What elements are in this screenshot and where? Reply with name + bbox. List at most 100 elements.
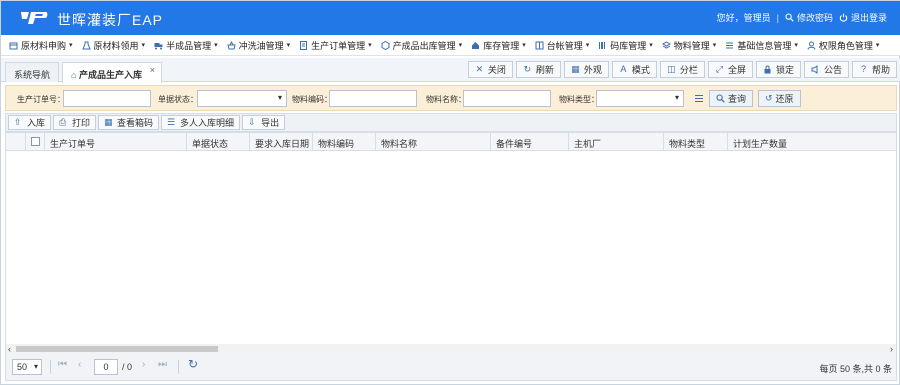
material-code-input[interactable]	[329, 90, 417, 107]
chevron-down-icon: ▾	[649, 42, 653, 49]
action-label: 导出	[261, 118, 280, 128]
menu-item-inventory[interactable]: 库存管理 ▾	[471, 39, 526, 52]
logout-link[interactable]: 退出登录	[839, 11, 887, 24]
column-header[interactable]: 单据状态	[187, 133, 250, 151]
menu-item-ledger[interactable]: 台帐管理 ▾	[535, 39, 589, 52]
font-icon: A	[620, 64, 627, 74]
help-icon: ?	[860, 64, 866, 74]
current-page-input[interactable]: 0	[94, 359, 118, 375]
action-label: 打印	[72, 118, 91, 128]
column-header[interactable]: 物料名称	[376, 133, 491, 151]
filter-menu-icon[interactable]	[694, 94, 704, 103]
tab-strip: 系统导航 ⌂ 产成品生产入库 × ✕ 关闭 ↻ 刷新 ▦ 外观 A 模式 ◫ 分栏 ⤢ 全屏…	[1, 58, 900, 83]
menu-item-finished-outbound[interactable]: 产成品出库管理 ▾	[381, 39, 462, 52]
status-select[interactable]	[197, 90, 287, 107]
material-type-select[interactable]	[596, 90, 684, 107]
pagination-bar: 50 ⏮ ‹ 0 / 0 › ⏭ ↻ 每页 50 条,共 0 条	[5, 353, 897, 381]
column-header[interactable]: 计划生产数量	[728, 133, 896, 151]
menu-item-flushing-oil[interactable]: 冲洗油管理 ▾	[226, 39, 291, 52]
divider	[50, 360, 51, 374]
mode-button[interactable]: A 模式	[611, 61, 657, 78]
action-toolbar: ⇧ 入库 ⎙ 打印 ▦ 查看箱码 ☰ 多人入库明细 ⇩ 导出	[5, 113, 897, 132]
menu-item-raw-material-issue[interactable]: 原材料领用 ▾	[81, 39, 145, 52]
search-label: 查询	[728, 94, 747, 104]
columns-button[interactable]: ◫ 分栏	[659, 61, 705, 78]
box-icon	[9, 42, 18, 49]
reset-button[interactable]: ↺ 还原	[758, 90, 801, 107]
tab-system-navigation[interactable]: 系统导航	[5, 62, 59, 82]
column-header[interactable]: 物料类型	[664, 133, 728, 151]
row-number-header	[6, 133, 26, 151]
search-button[interactable]: 查询	[709, 90, 754, 107]
scrollbar-thumb[interactable]	[16, 346, 218, 352]
lock-button[interactable]: 锁定	[755, 61, 801, 78]
inbound-button[interactable]: ⇧ 入库	[8, 115, 52, 130]
tab-close-icon[interactable]: ×	[150, 65, 155, 75]
menu-item-code-library[interactable]: 码库管理 ▾	[598, 39, 653, 52]
menu-item-label: 半成品管理	[166, 40, 212, 51]
column-header[interactable]: 要求入库日期	[250, 133, 313, 151]
menu-item-roles[interactable]: 权限角色管理 ▾	[807, 39, 879, 52]
menu-item-label: 原材料领用	[93, 40, 139, 51]
column-header[interactable]: 物料编码	[313, 133, 376, 151]
menu-item-label: 生产订单管理	[311, 40, 366, 51]
material-code-label: 物料编码：	[292, 95, 332, 104]
data-grid: 生产订单号 单据状态 要求入库日期 物料编码 物料名称 备件编号 主机厂 物料类…	[5, 132, 897, 354]
announcement-button[interactable]: 公告	[803, 61, 849, 78]
change-password-link[interactable]: 修改密码	[785, 11, 833, 24]
first-page-icon[interactable]: ⏮	[58, 359, 67, 370]
chevron-down-icon: ▾	[368, 42, 372, 49]
menu-item-label: 物料管理	[673, 40, 710, 51]
select-all-checkbox[interactable]	[31, 137, 40, 146]
help-button[interactable]: ? 帮助	[851, 61, 897, 78]
refresh-icon: ↻	[523, 64, 532, 74]
last-page-icon[interactable]: ⏭	[158, 359, 167, 370]
menu-item-raw-material-purchase[interactable]: 原材料申购 ▾	[9, 39, 73, 52]
material-type-label: 物料类型：	[559, 95, 599, 104]
tool-label: 全屏	[727, 65, 746, 75]
book-icon	[535, 41, 544, 49]
print-icon: ⎙	[59, 117, 67, 127]
menu-item-label: 台帐管理	[546, 40, 583, 51]
appearance-button[interactable]: ▦ 外观	[563, 61, 609, 78]
export-icon: ⇩	[248, 117, 256, 127]
tab-finished-goods-inbound[interactable]: ⌂ 产成品生产入库 ×	[62, 62, 162, 83]
chevron-down-icon: ▾	[214, 42, 218, 49]
chevron-down-icon: ▾	[712, 42, 717, 49]
order-no-input[interactable]	[63, 90, 151, 107]
chevron-down-icon: ▾	[69, 42, 73, 49]
refresh-icon[interactable]: ↻	[188, 357, 198, 371]
chevron-down-icon: ▾	[286, 42, 291, 49]
column-header[interactable]: 备件编号	[491, 133, 569, 151]
page-size-select[interactable]: 50	[12, 359, 42, 375]
menu-item-production-orders[interactable]: 生产订单管理 ▾	[299, 39, 372, 52]
export-button[interactable]: ⇩ 导出	[242, 115, 286, 130]
multi-user-inbound-detail-button[interactable]: ☰ 多人入库明细	[161, 115, 241, 130]
fullscreen-button[interactable]: ⤢ 全屏	[707, 61, 753, 78]
print-button[interactable]: ⎙ 打印	[53, 115, 97, 130]
home-icon: ⌂	[71, 70, 77, 80]
menu-item-semi-finished[interactable]: 半成品管理 ▾	[154, 39, 218, 52]
close-tab-button[interactable]: ✕ 关闭	[467, 61, 513, 78]
menu-item-basic-info[interactable]: 基础信息管理 ▾	[725, 39, 798, 52]
menu-item-materials[interactable]: 物料管理 ▾	[661, 39, 717, 52]
refresh-button[interactable]: ↻ 刷新	[515, 61, 561, 78]
logout-label: 退出登录	[850, 13, 887, 23]
inbound-icon: ⇧	[14, 117, 22, 127]
close-icon: ✕	[475, 64, 484, 74]
layers-icon	[661, 40, 671, 49]
columns-icon: ◫	[667, 64, 676, 74]
grid-header: 生产订单号 单据状态 要求入库日期 物料编码 物料名称 备件编号 主机厂 物料类…	[6, 133, 896, 151]
chevron-down-icon: ▾	[794, 42, 798, 49]
prev-page-icon[interactable]: ‹	[78, 359, 81, 370]
user-area: 您好，管理员 | 修改密码 退出登录	[717, 11, 887, 24]
column-header[interactable]: 生产订单号	[45, 133, 187, 151]
list-icon: ☰	[167, 117, 176, 127]
next-page-icon[interactable]: ›	[142, 359, 145, 370]
material-name-input[interactable]	[463, 90, 551, 107]
document-icon	[300, 40, 308, 50]
chevron-down-icon: ▾	[522, 42, 526, 49]
column-header[interactable]: 主机厂	[569, 133, 664, 151]
view-box-codes-button[interactable]: ▦ 查看箱码	[98, 115, 160, 130]
menu-item-label: 原材料申购	[21, 40, 67, 51]
